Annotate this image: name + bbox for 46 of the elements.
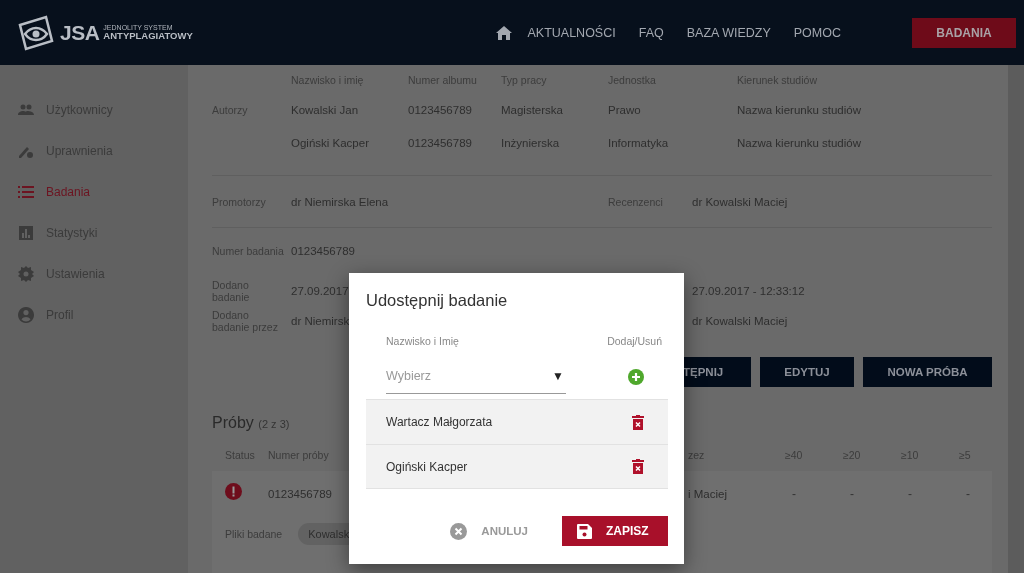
nav-link[interactable]: FAQ [638, 25, 664, 40]
table-cell: - [908, 487, 912, 501]
field-value: 0123456789 [291, 244, 355, 258]
delete-icon[interactable] [632, 459, 644, 474]
badania-button[interactable]: BADANIA [912, 17, 1016, 48]
table-cell: Ogiński Kacper [291, 136, 369, 149]
table-cell: Nazwa kierunku studiów [737, 136, 861, 149]
gear-icon [18, 265, 34, 282]
delete-icon[interactable] [632, 414, 644, 430]
logo-text: JSA [60, 20, 100, 45]
table-cell: Magisterska [501, 103, 563, 116]
add-icon[interactable] [628, 368, 644, 385]
column-header: Nazwisko i Imię [386, 334, 459, 348]
field-value: 27.09.2017 [291, 284, 349, 298]
action-button[interactable]: EDYTUJ [760, 357, 854, 387]
action-button[interactable]: NOWA PRÓBA [863, 357, 992, 387]
table-cell: Inżynierska [501, 136, 560, 149]
error-icon [225, 482, 242, 500]
person-name: Ogiński Kacper [386, 459, 469, 474]
home-icon[interactable] [496, 25, 513, 40]
section-title: Próby [212, 414, 254, 431]
user-icon [18, 306, 34, 323]
table-cell: 0123456789 [408, 103, 472, 116]
table-cell: - [792, 487, 796, 501]
nav-link[interactable]: POMOC [793, 25, 841, 40]
field-value: 27.09.2017 - 12:33:12 [692, 284, 805, 298]
column-header: Dodaj/Usuń [607, 334, 662, 348]
dialog-title: Udostępnij badanie [366, 290, 509, 310]
logo-subtitle: ANTYPLAGIATOWY [103, 31, 193, 41]
table-cell: Kowalski Jan [291, 103, 359, 116]
name-select[interactable]: Wybierz [386, 359, 552, 394]
table-cell: 0123456789 [268, 488, 332, 500]
person-name: Wartacz Małgorzata [386, 415, 494, 429]
table-cell: 0123456789 [408, 136, 472, 149]
save-button[interactable]: ZAPISZ [562, 516, 668, 546]
close-circle-icon [450, 522, 468, 540]
table-cell: Informatyka [608, 136, 669, 149]
table-cell: Prawo [608, 103, 641, 116]
table-cell: - [850, 487, 854, 501]
table-cell: Nazwa kierunku studiów [737, 103, 861, 116]
list-icon [18, 183, 34, 200]
nav-link[interactable]: AKTUALNOŚCI [527, 25, 616, 40]
table-cell: - [966, 487, 970, 501]
bar-chart-icon [18, 224, 34, 241]
nav-link[interactable]: BAZA WIEDZY [686, 25, 771, 40]
action-button[interactable]: TĘPNIJ [683, 357, 751, 387]
